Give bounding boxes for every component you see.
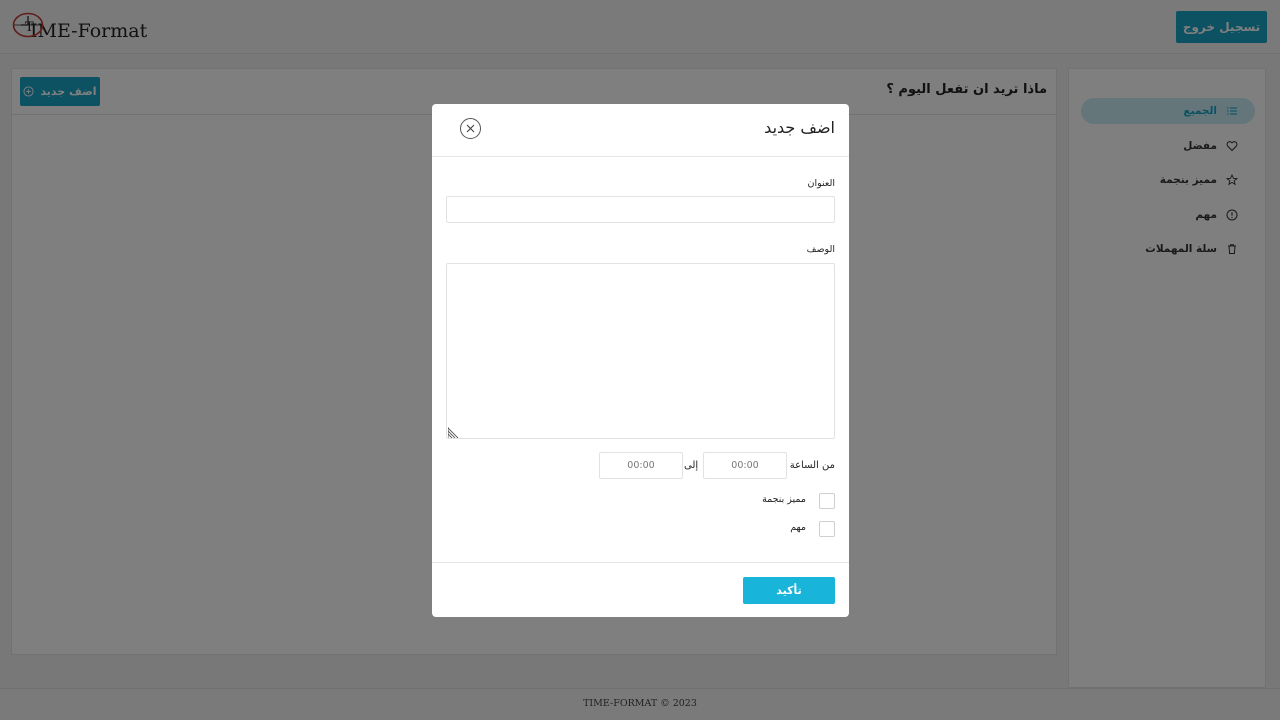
description-textarea[interactable] [446, 263, 835, 439]
from-time-input[interactable]: 00:00 [703, 452, 787, 479]
modal-footer: تأكيد [432, 562, 849, 617]
modal-title: اضف جديد [764, 118, 835, 137]
modal-body: العنوان الوصف من الساعة 00:00 إلى 00:00 … [432, 157, 849, 562]
important-checkbox[interactable] [819, 521, 835, 537]
from-time-label: من الساعة [789, 460, 835, 471]
resize-grip-icon[interactable] [448, 427, 459, 438]
add-new-modal: اضف جديد العنوان الوصف من الساعة 00:00 إ… [432, 104, 849, 617]
starred-checkbox[interactable] [819, 493, 835, 509]
modal-close-button[interactable] [460, 118, 481, 139]
to-time-label: إلى [684, 460, 699, 471]
close-icon [466, 124, 475, 133]
important-checkbox-label: مهم [790, 522, 806, 533]
title-input[interactable] [446, 196, 835, 223]
starred-checkbox-label: مميز بنجمة [762, 494, 806, 505]
description-field-label: الوصف [806, 244, 835, 255]
to-time-input[interactable]: 00:00 [599, 452, 683, 479]
confirm-button[interactable]: تأكيد [743, 577, 835, 604]
modal-header: اضف جديد [432, 104, 849, 157]
title-field-label: العنوان [807, 178, 835, 189]
